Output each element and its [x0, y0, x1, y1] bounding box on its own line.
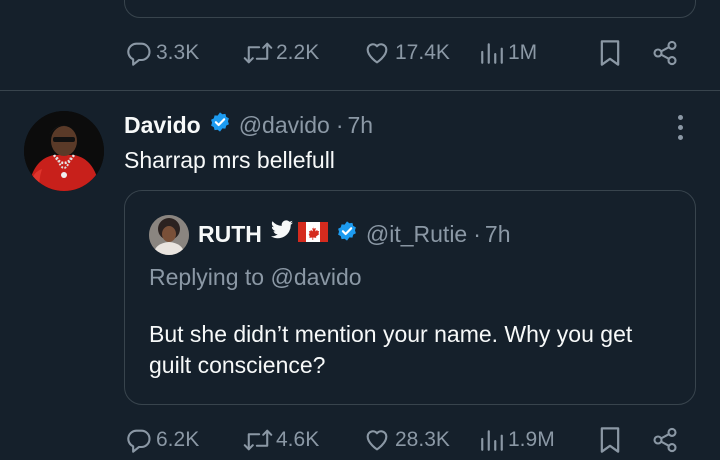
like-count: 17.4K [395, 41, 450, 64]
views-button[interactable]: 1.9M [479, 425, 555, 455]
reply-button[interactable]: 6.2K [125, 425, 199, 455]
share-icon [651, 39, 679, 67]
replying-to: Replying to @davido [149, 264, 362, 291]
verified-icon [209, 111, 231, 139]
canada-flag-icon [297, 221, 328, 248]
author-name[interactable]: Davido [124, 112, 201, 139]
tweet-actions: 6.2K 4.6K 28.3K 1.9M [0, 425, 720, 455]
quote-emojis [270, 220, 328, 248]
like-icon [362, 426, 392, 454]
replying-handle[interactable]: @davido [270, 264, 361, 290]
retweet-count: 4.6K [276, 428, 320, 451]
retweet-button[interactable]: 4.6K [243, 425, 319, 455]
bookmark-icon [598, 426, 622, 454]
quoted-tweet[interactable]: RUTH @it_Rutie · 7h Replying to @davido … [124, 190, 696, 405]
like-count: 28.3K [395, 428, 450, 451]
quote-text: But she didn’t mention your name. Why yo… [149, 321, 633, 378]
quote-author-name: RUTH [198, 220, 262, 247]
reply-count: 6.2K [156, 428, 200, 451]
share-button[interactable] [651, 425, 679, 455]
reply-icon [125, 426, 153, 454]
prev-tweet-actions: 3.3K 2.2K 17.4K 1M [0, 38, 720, 68]
views-icon [479, 39, 505, 67]
reply-icon [125, 39, 153, 67]
views-count: 1M [508, 41, 538, 64]
reply-button[interactable]: 3.3K [125, 38, 199, 68]
views-icon [479, 426, 505, 454]
bookmark-button[interactable] [598, 425, 622, 455]
bookmark-icon [598, 39, 622, 67]
previous-quote-card[interactable] [124, 0, 696, 18]
retweet-count: 2.2K [276, 41, 320, 64]
replying-prefix: Replying to [149, 264, 271, 290]
share-button[interactable] [651, 38, 679, 68]
views-count: 1.9M [508, 428, 555, 451]
reply-count: 3.3K [156, 41, 200, 64]
twitter-bird-icon [270, 220, 294, 248]
share-icon [651, 426, 679, 454]
retweet-button[interactable]: 2.2K [243, 38, 319, 68]
retweet-icon [243, 39, 273, 67]
separator-dot: · [335, 111, 344, 138]
quote-avatar-image [149, 215, 189, 255]
quote-avatar [149, 215, 189, 255]
like-button[interactable]: 28.3K [362, 425, 450, 455]
views-button[interactable]: 1M [479, 38, 537, 68]
tweet-text: Sharrap mrs bellefull [124, 147, 335, 173]
quote-verified-icon [336, 220, 358, 248]
quote-header: RUTH @it_Rutie · 7h [198, 218, 511, 250]
more-icon[interactable] [665, 112, 695, 142]
avatar-image [24, 111, 104, 191]
like-icon [362, 39, 392, 67]
avatar[interactable] [24, 111, 104, 191]
tweet-header: Davido @davido · 7h [124, 110, 373, 140]
like-button[interactable]: 17.4K [362, 38, 450, 68]
quote-author-handle: @it_Rutie [365, 220, 468, 247]
tweet-divider [0, 90, 720, 91]
retweet-icon [243, 426, 273, 454]
quote-separator-dot: · [473, 220, 481, 247]
timestamp[interactable]: 7h [347, 112, 373, 139]
quote-timestamp: 7h [484, 220, 511, 247]
bookmark-button[interactable] [598, 38, 622, 68]
author-handle[interactable]: @davido [239, 112, 330, 139]
